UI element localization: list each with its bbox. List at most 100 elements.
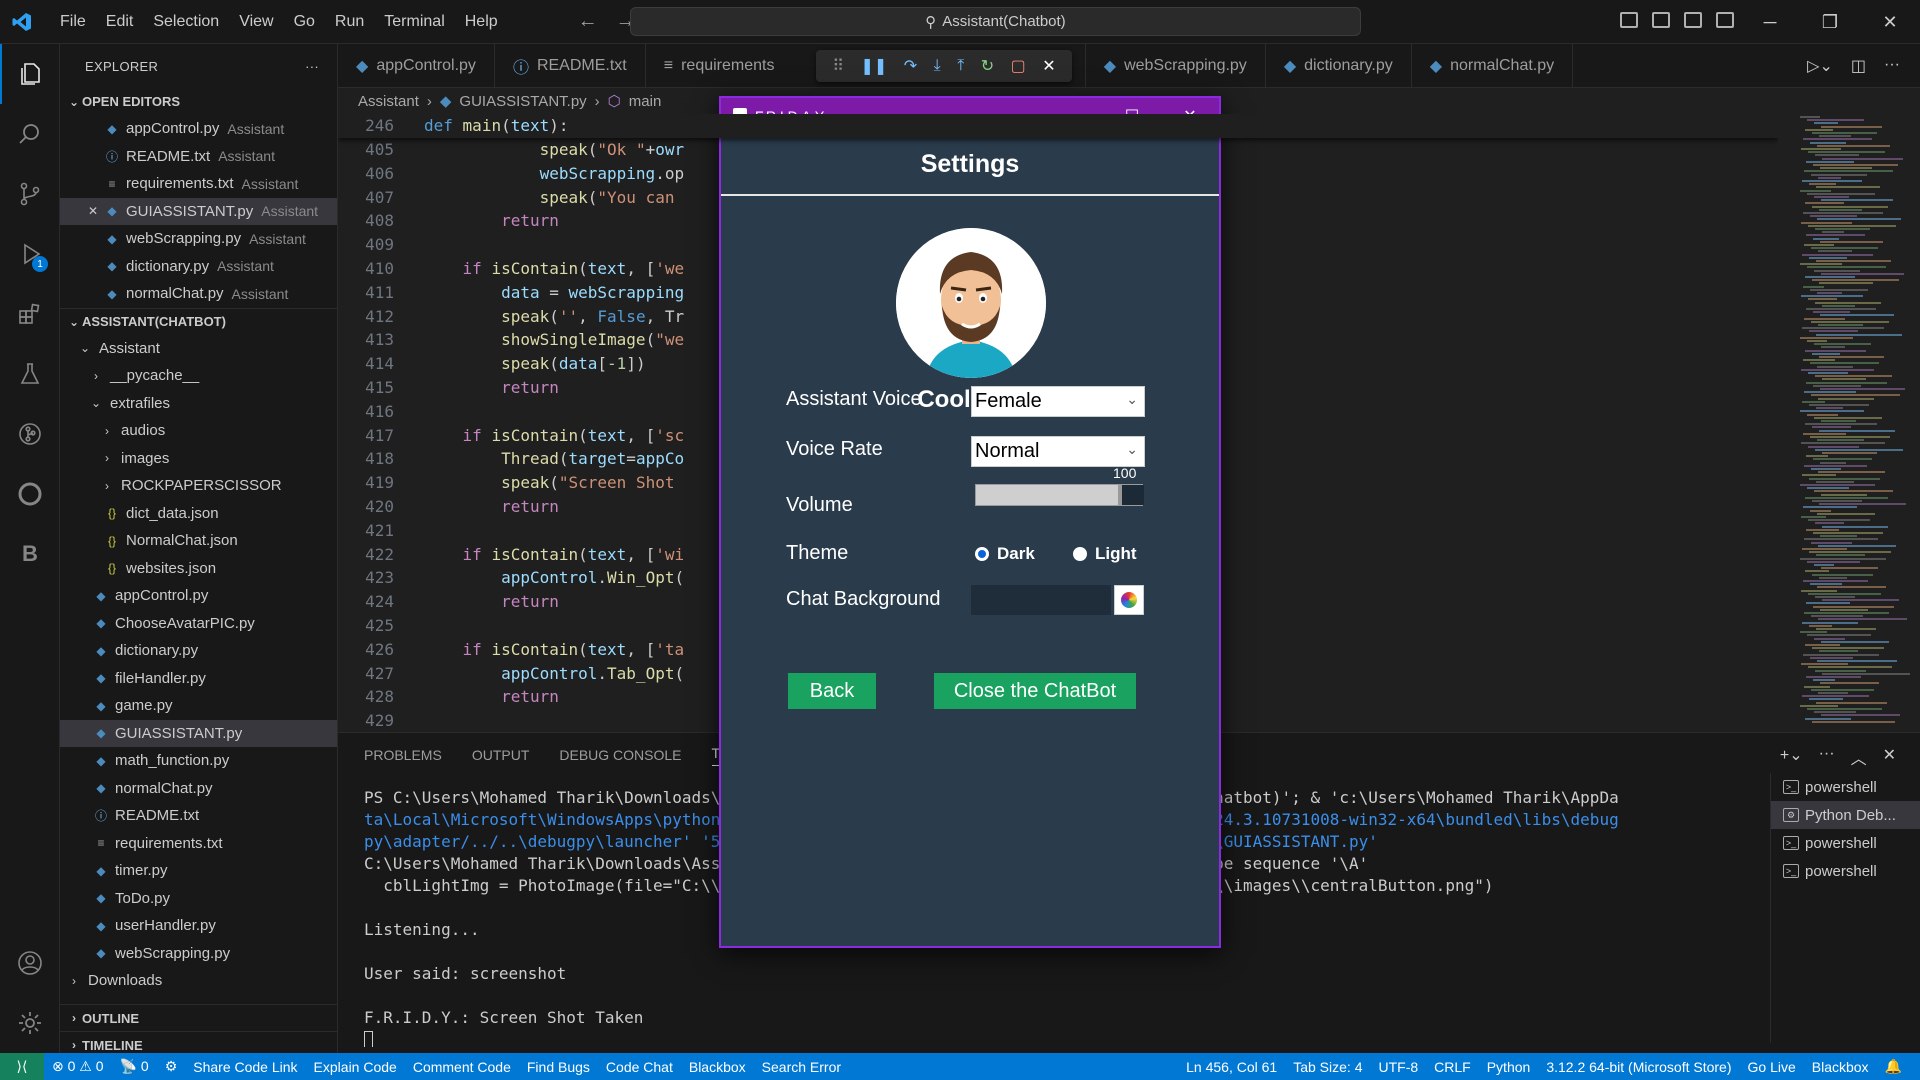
open-editor-item[interactable]: ≡ requirements.txt Assistant [60, 170, 337, 198]
status-item-comment-code[interactable]: Comment Code [405, 1059, 519, 1075]
manage-gear-icon[interactable] [0, 993, 60, 1053]
status-item[interactable]: 3.12.2 64-bit (Microsoft Store) [1538, 1059, 1739, 1075]
editor-tab[interactable]: ◆ normalChat.py [1412, 44, 1574, 88]
theme-dark-radio[interactable]: Dark [975, 544, 1035, 564]
breadcrumb-item[interactable]: Assistant [358, 93, 419, 110]
file-item[interactable]: {} NormalChat.json [60, 527, 337, 555]
pause-icon[interactable]: ❚❚ [860, 56, 887, 76]
drag-handle-icon[interactable]: ⠿ [832, 56, 844, 76]
close-window-button[interactable]: ✕ [1860, 0, 1920, 44]
run-debug-icon[interactable]: 1 [0, 224, 60, 284]
open-editors-section[interactable]: ⌄ OPEN EDITORS [60, 88, 337, 115]
step-into-icon[interactable]: ⤓ [934, 57, 941, 75]
close-icon[interactable]: ✕ [82, 204, 104, 218]
terminal-instance[interactable]: >_ powershell [1771, 773, 1920, 801]
folder-item[interactable]: › ROCKPAPERSCISSOR [60, 472, 337, 500]
breadcrumb-item[interactable]: GUIASSISTANT.py [459, 93, 586, 110]
menu-go[interactable]: Go [284, 0, 325, 44]
extensions-icon[interactable] [0, 284, 60, 344]
panel-tab-output[interactable]: OUTPUT [472, 747, 530, 763]
panel-tab-problems[interactable]: PROBLEMS [364, 747, 442, 763]
file-item[interactable]: ◆ normalChat.py [60, 775, 337, 803]
terminal-instance[interactable]: >_ powershell [1771, 829, 1920, 857]
ports-status[interactable]: 📡 0 [112, 1058, 157, 1075]
run-file-icon[interactable]: ▷⌄ [1807, 56, 1833, 76]
file-item[interactable]: ⓘ README.txt [60, 802, 337, 830]
voice-rate-select[interactable]: Normal ⌄ [971, 436, 1145, 467]
debug-status-icon[interactable]: ⚙ [157, 1058, 186, 1075]
edge-devtools-icon[interactable] [0, 464, 60, 524]
maximize-panel-icon[interactable]: ︿ [1851, 745, 1867, 769]
git-graph-icon[interactable] [0, 404, 60, 464]
menu-edit[interactable]: Edit [96, 0, 144, 44]
split-editor-icon[interactable]: ◫ [1851, 56, 1866, 76]
more-actions-icon[interactable]: ··· [305, 59, 319, 74]
blackbox-icon[interactable]: B [0, 524, 60, 584]
back-button[interactable]: Back [788, 673, 876, 709]
editor-tab[interactable]: ◆ appControl.py [338, 44, 495, 88]
open-editor-item[interactable]: ◆ normalChat.py Assistant [60, 280, 337, 308]
open-editor-item[interactable]: ◆ webScrapping.py Assistant [60, 225, 337, 253]
editor-tab[interactable]: ⓘ README.txt [495, 44, 646, 88]
close-panel-icon[interactable]: ✕ [1883, 745, 1896, 769]
status-item[interactable]: Ln 456, Col 61 [1178, 1059, 1285, 1075]
toggle-panel-icon[interactable] [1652, 12, 1670, 28]
file-item[interactable]: ◆ timer.py [60, 857, 337, 885]
open-editor-item[interactable]: ⓘ README.txt Assistant [60, 143, 337, 171]
menu-file[interactable]: File [50, 0, 96, 44]
status-item[interactable]: UTF-8 [1370, 1059, 1426, 1075]
restore-button[interactable]: ❐ [1800, 0, 1860, 44]
assistant-voice-select[interactable]: Female ⌄ [971, 386, 1145, 417]
explorer-icon[interactable] [0, 44, 60, 104]
volume-slider-handle[interactable] [1118, 485, 1144, 505]
file-item[interactable]: {} websites.json [60, 555, 337, 583]
status-item[interactable]: Python [1479, 1059, 1539, 1075]
close-chatbot-button[interactable]: Close the ChatBot [934, 673, 1136, 709]
file-item[interactable]: ◆ appControl.py [60, 582, 337, 610]
terminal-instance[interactable]: ⚙ Python Deb... [1771, 801, 1920, 829]
status-item[interactable]: Blackbox [1804, 1059, 1877, 1075]
open-editor-item[interactable]: ◆ appControl.py Assistant [60, 115, 337, 143]
file-item[interactable]: ◆ ToDo.py [60, 885, 337, 913]
status-item[interactable]: CRLF [1426, 1059, 1479, 1075]
minimize-button[interactable]: ─ [1740, 0, 1800, 44]
status-item-code-chat[interactable]: Code Chat [598, 1059, 681, 1075]
minimap[interactable] [1780, 114, 1920, 730]
terminal-instance[interactable]: >_ powershell [1771, 857, 1920, 885]
notifications-icon[interactable]: 🔔 [1877, 1058, 1910, 1075]
customize-layout-icon[interactable] [1716, 12, 1734, 28]
file-item[interactable]: ◆ ChooseAvatarPIC.py [60, 610, 337, 638]
step-out-icon[interactable]: ⤒ [957, 57, 964, 75]
status-item[interactable]: Tab Size: 4 [1285, 1059, 1370, 1075]
status-item-search-error[interactable]: Search Error [754, 1059, 849, 1075]
folder-item[interactable]: › __pycache__ [60, 362, 337, 390]
volume-slider[interactable] [975, 484, 1144, 506]
file-item[interactable]: {} dict_data.json [60, 500, 337, 528]
testing-icon[interactable] [0, 344, 60, 404]
folder-item[interactable]: ⌄ extrafiles [60, 390, 337, 418]
theme-light-radio[interactable]: Light [1073, 544, 1137, 564]
back-arrow-icon[interactable]: ← [578, 10, 598, 33]
new-terminal-icon[interactable]: +⌄ [1780, 745, 1803, 769]
menu-terminal[interactable]: Terminal [374, 0, 454, 44]
file-item[interactable]: ◆ game.py [60, 692, 337, 720]
folder-item[interactable]: › images [60, 445, 337, 473]
more-actions-icon[interactable]: ··· [1884, 56, 1900, 76]
menu-selection[interactable]: Selection [143, 0, 229, 44]
close-toolbar-icon[interactable]: ✕ [1042, 56, 1055, 76]
editor-tab[interactable]: ◆ webScrapping.py [1086, 44, 1266, 88]
file-item[interactable]: ◆ webScrapping.py [60, 940, 337, 968]
accounts-icon[interactable] [0, 933, 60, 993]
search-icon[interactable] [0, 104, 60, 164]
folder-item[interactable]: › Downloads [60, 967, 337, 995]
file-item[interactable]: ◆ userHandler.py [60, 912, 337, 940]
status-item-blackbox[interactable]: Blackbox [681, 1059, 754, 1075]
outline-section[interactable]: › OUTLINE [60, 1004, 338, 1031]
sticky-scroll-line[interactable]: 246 def main(text): [338, 114, 1778, 138]
file-item[interactable]: ≡ requirements.txt [60, 830, 337, 858]
open-editor-item[interactable]: ◆ dictionary.py Assistant [60, 253, 337, 281]
file-item[interactable]: ◆ math_function.py [60, 747, 337, 775]
folder-item[interactable]: › audios [60, 417, 337, 445]
open-editor-item[interactable]: ✕ ◆ GUIASSISTANT.py Assistant [60, 197, 337, 225]
folder-item[interactable]: ⌄ Assistant [60, 335, 337, 363]
